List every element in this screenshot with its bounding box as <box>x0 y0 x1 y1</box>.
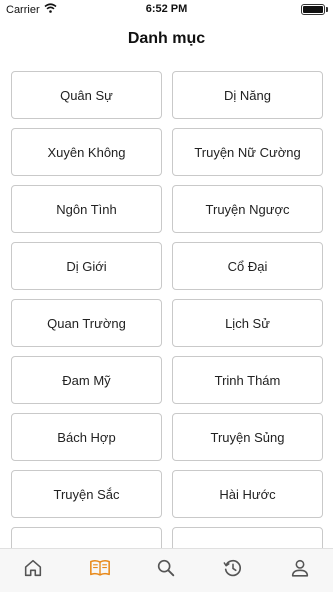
category-button[interactable]: Đam Mỹ <box>11 356 162 404</box>
category-button[interactable]: Xuyên Không <box>11 128 162 176</box>
category-button[interactable]: Truyện Nữ Cường <box>172 128 323 176</box>
battery-cap <box>326 7 328 12</box>
category-button[interactable]: Truyện Sắc <box>11 470 162 518</box>
category-button[interactable]: Lịch Sử <box>172 299 323 347</box>
book-icon <box>89 557 111 584</box>
history-icon <box>222 557 244 584</box>
category-button[interactable] <box>11 527 162 548</box>
tab-home[interactable] <box>13 551 53 591</box>
category-button[interactable] <box>172 527 323 548</box>
category-button[interactable]: Truyện Ngược <box>172 185 323 233</box>
tab-profile[interactable] <box>280 551 320 591</box>
page-title: Danh mục <box>127 30 206 47</box>
category-button[interactable]: Quân Sự <box>11 71 162 119</box>
category-button[interactable]: Dị Năng <box>172 71 323 119</box>
category-button[interactable]: Truyện Sủng <box>172 413 323 461</box>
tab-bar <box>0 548 333 592</box>
status-time: 6:52 PM <box>145 3 188 15</box>
category-button[interactable]: Trinh Thám <box>172 356 323 404</box>
tab-history[interactable] <box>213 551 253 591</box>
category-button[interactable]: Dị Giới <box>11 242 162 290</box>
user-icon <box>289 557 311 584</box>
category-button[interactable]: Quan Trường <box>11 299 162 347</box>
category-button[interactable]: Hài Hước <box>172 470 323 518</box>
tab-search[interactable] <box>146 551 186 591</box>
category-button[interactable]: Cổ Đại <box>172 242 323 290</box>
category-grid: Quân Sự Dị Năng Xuyên Không Truyện Nữ Cư… <box>11 71 323 548</box>
status-bar: Carrier 6:52 PM <box>0 0 333 20</box>
home-icon <box>22 557 44 584</box>
tab-categories[interactable] <box>80 551 120 591</box>
category-button[interactable]: Bách Hợp <box>11 413 162 461</box>
battery-icon <box>301 4 325 15</box>
search-icon <box>155 557 177 584</box>
category-scroll-area[interactable]: Quân Sự Dị Năng Xuyên Không Truyện Nữ Cư… <box>0 60 333 548</box>
category-button[interactable]: Ngôn Tình <box>11 185 162 233</box>
